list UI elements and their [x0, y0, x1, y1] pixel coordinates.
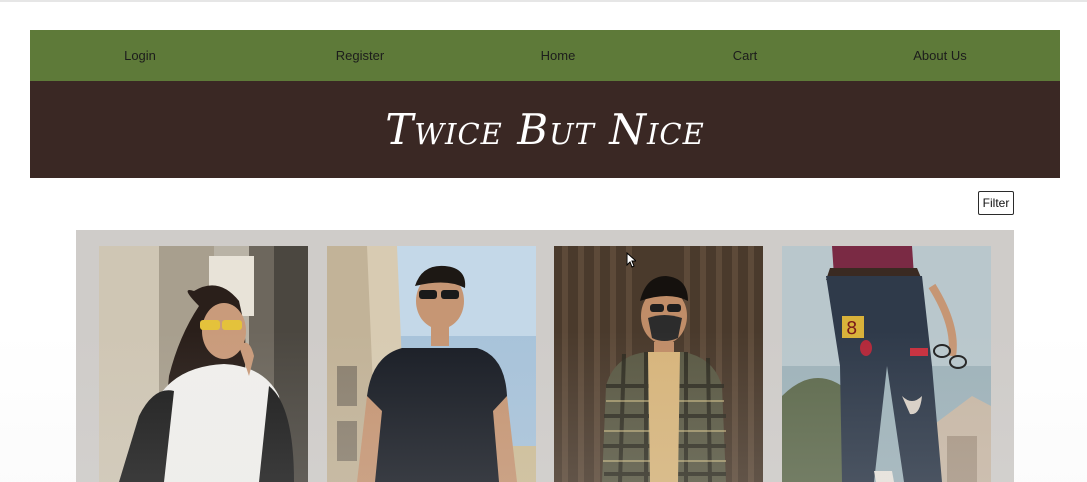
brand-banner: Twice But Nice — [30, 81, 1060, 178]
top-navigation-bar: Login Register Home Cart About Us — [30, 30, 1060, 81]
nav-home-link[interactable]: Home — [541, 30, 576, 81]
nav-cart-link[interactable]: Cart — [733, 30, 758, 81]
product-gallery: 8 — [76, 230, 1014, 482]
man-black-tshirt-sunglasses-photo — [327, 246, 536, 482]
product-card[interactable] — [554, 246, 763, 482]
woman-white-tshirt-yellow-sunglasses-photo — [99, 246, 308, 482]
product-card[interactable] — [99, 246, 308, 482]
nav-about-us-link[interactable]: About Us — [913, 30, 966, 81]
man-plaid-shirt-face-mask-photo — [554, 246, 763, 482]
mouse-pointer-icon — [626, 252, 636, 268]
brand-logo-text[interactable]: Twice But Nice — [30, 81, 1060, 178]
filter-button[interactable]: Filter — [978, 191, 1014, 215]
nav-register-link[interactable]: Register — [336, 30, 384, 81]
product-card[interactable] — [327, 246, 536, 482]
product-card[interactable]: 8 — [782, 246, 991, 482]
patched-jeans-photo: 8 — [782, 246, 991, 482]
svg-text:8: 8 — [846, 318, 857, 339]
window-top-border — [0, 0, 1087, 2]
nav-login-link[interactable]: Login — [124, 30, 156, 81]
